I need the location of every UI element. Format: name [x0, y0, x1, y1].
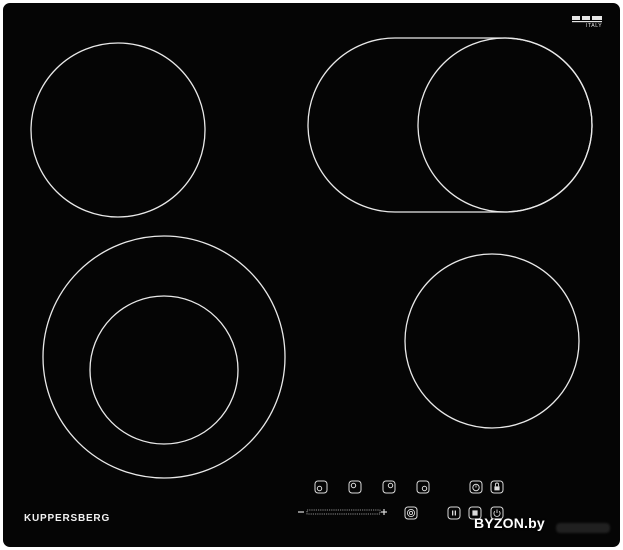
italy-label: ITALY	[586, 23, 603, 29]
site-watermark: BYZON.by	[474, 515, 545, 531]
glass-surface	[1, 1, 622, 549]
watermark-blur	[556, 523, 610, 533]
cooktop-glass-panel	[1, 1, 622, 549]
brand-logo: KUPPERSBERG	[24, 513, 111, 524]
